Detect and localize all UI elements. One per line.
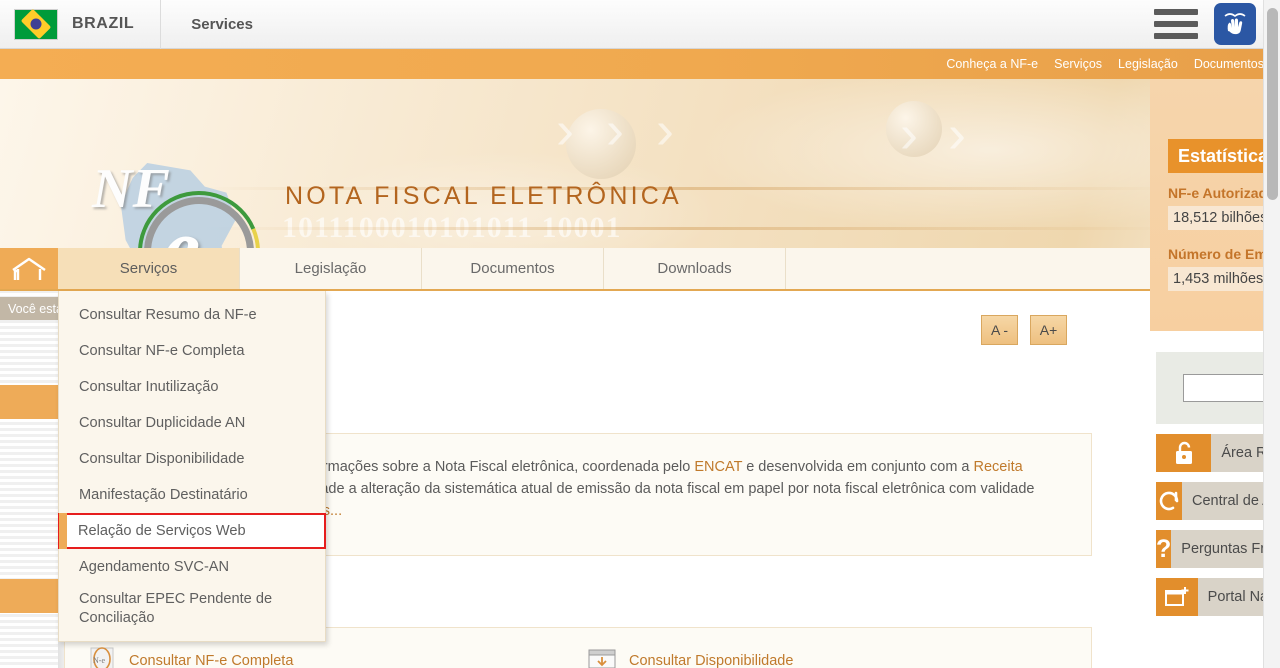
- gov-brand[interactable]: BRAZIL: [0, 0, 162, 49]
- search-input[interactable]: [1183, 374, 1270, 402]
- banner-chevron-1: ›: [556, 100, 574, 160]
- main-nav-tabs: Serviços Legislação Documentos Downloads: [0, 248, 1270, 291]
- sidebar-button-label: Área Restrita: [1211, 434, 1270, 472]
- service-shortcut-disponibilidade[interactable]: Consultar Disponibilidade: [585, 646, 1085, 668]
- banner-chevron-3: ›: [656, 100, 674, 160]
- sidebar-button-label: Portal Nacional: [1197, 578, 1270, 616]
- menu-item-consultar-nfe-completa[interactable]: Consultar NF-e Completa: [59, 333, 325, 369]
- nfe-logo-e-text: e: [162, 200, 201, 248]
- left-decor-block-2: [0, 579, 58, 613]
- stat-label-autorizadas: NF-e Autorizadas: [1168, 185, 1270, 201]
- question-mark-glyph: ?: [1156, 534, 1172, 563]
- servicos-dropdown-menu: Consultar Resumo da NF-e Consultar NF-e …: [58, 291, 326, 642]
- unlock-icon: [1156, 434, 1212, 472]
- tab-label: Downloads: [657, 260, 732, 277]
- topnav-link-legislacao[interactable]: Legislação: [1118, 57, 1178, 71]
- tab-label: Legislação: [294, 260, 367, 277]
- banner-sphere-1: [566, 109, 636, 179]
- banner-chevron-5: ›: [948, 104, 966, 164]
- topnav-link-documentos[interactable]: Documentos: [1194, 57, 1264, 71]
- sidebar-button-label: Central de Atendimento: [1182, 482, 1270, 520]
- tab-downloads[interactable]: Downloads: [604, 248, 786, 289]
- country-label: BRAZIL: [72, 15, 135, 32]
- sidebar-button-portal-nacional[interactable]: Portal Nacional: [1156, 578, 1270, 616]
- topnav-link-servicos[interactable]: Serviços: [1054, 57, 1102, 71]
- services-shortcut-row: N-e Consultar NF-e Completa Consultar Di…: [85, 646, 1085, 668]
- sidebar-button-perguntas-frequentes[interactable]: ? Perguntas Frequentes: [1156, 530, 1270, 568]
- menu-item-relacao-servicos-web[interactable]: Relação de Serviços Web: [58, 513, 326, 549]
- service-shortcut-nfe-completa[interactable]: N-e Consultar NF-e Completa: [85, 646, 585, 668]
- font-size-controls: A - A+: [981, 315, 1067, 345]
- gov-header-bar: BRAZIL Services: [0, 0, 1270, 49]
- topnav-link-conheca[interactable]: Conheça a NF-e: [946, 57, 1038, 71]
- font-decrease-button[interactable]: A -: [981, 315, 1018, 345]
- gov-services-link[interactable]: Services: [161, 16, 253, 33]
- sidebar-search-panel: [1156, 352, 1270, 424]
- menu-item-consultar-inutilizacao[interactable]: Consultar Inutilização: [59, 369, 325, 405]
- question-mark-icon: ?: [1156, 530, 1172, 568]
- menu-item-consultar-resumo[interactable]: Consultar Resumo da NF-e: [59, 297, 325, 333]
- left-decor-block-1: [0, 385, 58, 419]
- menu-item-consultar-duplicidade-an[interactable]: Consultar Duplicidade AN: [59, 405, 325, 441]
- sidebar-button-central-atendimento[interactable]: Central de Atendimento: [1156, 482, 1270, 520]
- service-shortcut-label: Consultar NF-e Completa: [129, 653, 294, 668]
- monitor-status-icon: [585, 646, 619, 668]
- new-window-icon: [1156, 578, 1198, 616]
- intro-text-2: e desenvolvida em conjunto com a: [742, 459, 974, 475]
- banner-title: NOTA FISCAL ELETRÔNICA: [285, 182, 682, 210]
- tab-label: Serviços: [119, 260, 178, 277]
- nfe-document-icon: N-e: [85, 646, 119, 668]
- gov-header-actions: [1154, 3, 1270, 45]
- menu-item-agendamento-svc-an[interactable]: Agendamento SVC-AN: [59, 549, 325, 585]
- font-increase-button[interactable]: A+: [1030, 315, 1067, 345]
- statistics-panel: Estatísticas NF-e Autorizadas 18,512 bil…: [1150, 79, 1270, 331]
- tab-legislacao[interactable]: Legislação: [240, 248, 422, 289]
- sidebar-button-label: Perguntas Frequentes: [1171, 530, 1270, 568]
- secondary-top-nav: Conheça a NF-e Serviços Legislação Docum…: [0, 49, 1270, 79]
- tab-documentos[interactable]: Documentos: [422, 248, 604, 289]
- stat-value-emissores: 1,453 milhões: [1168, 267, 1270, 291]
- home-icon: [11, 256, 47, 282]
- scrollbar-thumb[interactable]: [1267, 8, 1278, 200]
- banner-chevron-4: ›: [900, 104, 918, 164]
- svg-text:N-e: N-e: [93, 656, 105, 665]
- statistics-title: Estatísticas: [1168, 139, 1270, 173]
- left-decor-column: [0, 291, 58, 668]
- menu-item-consultar-epec-pendente[interactable]: Consultar EPEC Pendente de Conciliação: [59, 585, 325, 633]
- tab-servicos[interactable]: Serviços: [58, 248, 240, 289]
- banner-band-2: [200, 227, 1180, 230]
- stat-label-emissores: Número de Emissores: [1168, 246, 1270, 262]
- service-shortcut-label: Consultar Disponibilidade: [629, 653, 794, 668]
- stat-value-autorizadas: 18,512 bilhões: [1168, 206, 1270, 230]
- site-banner: › › › › › 1011100010101011 10001 0111000…: [0, 79, 1270, 248]
- home-tab-button[interactable]: [0, 248, 58, 289]
- menu-item-manifestacao-destinatario[interactable]: Manifestação Destinatário: [59, 477, 325, 513]
- nfe-logo[interactable]: NF e: [92, 157, 292, 248]
- sidebar-button-area-restrita[interactable]: Área Restrita: [1156, 434, 1270, 472]
- tab-label: Documentos: [470, 260, 555, 277]
- link-encat[interactable]: ENCAT: [694, 459, 742, 475]
- brazil-flag-icon: [14, 8, 58, 40]
- banner-chevron-2: ›: [606, 100, 624, 160]
- headset-support-icon: [1156, 482, 1182, 520]
- menu-item-consultar-disponibilidade[interactable]: Consultar Disponibilidade: [59, 441, 325, 477]
- libras-sign-language-icon[interactable]: [1214, 3, 1256, 45]
- right-sidebar: Estatísticas NF-e Autorizadas 18,512 bil…: [1150, 79, 1270, 668]
- vertical-scrollbar[interactable]: [1263, 0, 1280, 668]
- page-root: BRAZIL Services Conheça a NF-e Serviços …: [0, 0, 1280, 668]
- hamburger-menu-icon[interactable]: [1154, 9, 1198, 39]
